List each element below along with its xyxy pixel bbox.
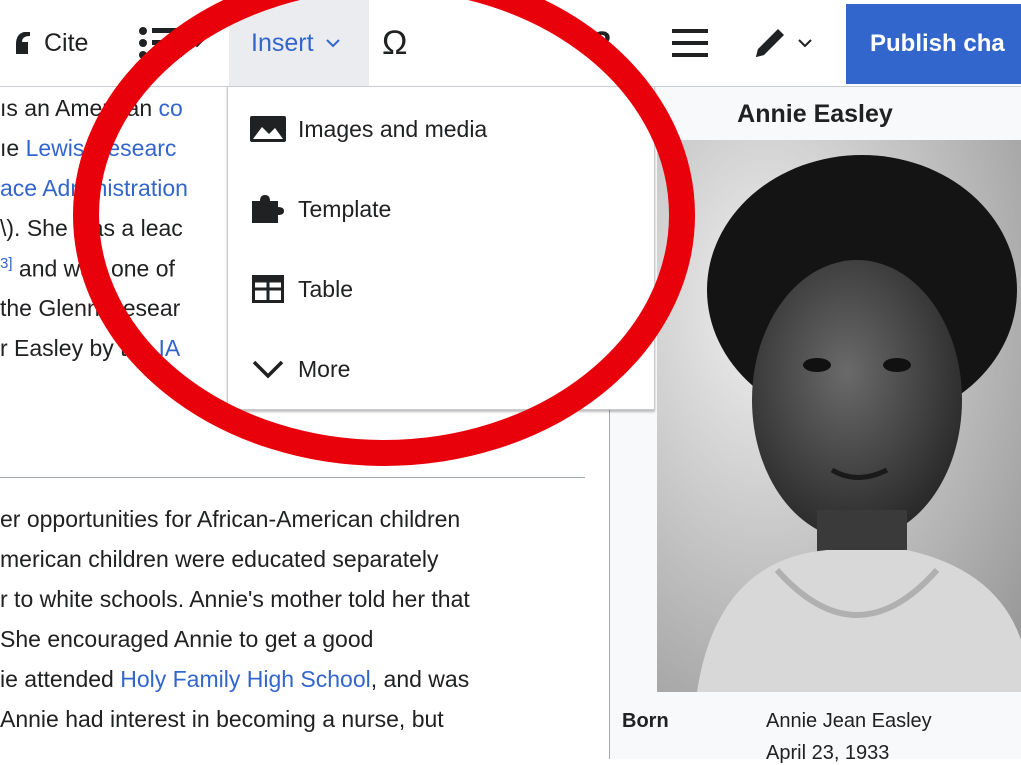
chevron-down-icon <box>798 39 812 48</box>
insert-dropdown-menu: Images and media Template Table More <box>227 86 655 410</box>
article-line: r Easley by the IA <box>0 335 181 361</box>
menu-item-label: Template <box>298 195 392 222</box>
infobox-born-label: Born <box>622 710 669 732</box>
menu-item-more[interactable]: More <box>228 329 656 409</box>
article-link[interactable]: IA <box>159 335 181 361</box>
table-icon <box>248 274 288 304</box>
page-options-button[interactable] <box>672 0 712 86</box>
article-line: er opportunities for African-American ch… <box>0 506 461 532</box>
article-line: ace Administration <box>0 175 188 202</box>
article-link[interactable]: co <box>159 95 183 121</box>
chevron-down-icon <box>248 354 288 384</box>
menu-item-label: Images and media <box>298 115 488 142</box>
pencil-icon <box>756 29 784 57</box>
cite-label: Cite <box>44 28 89 57</box>
menu-item-images-and-media[interactable]: Images and media <box>228 89 656 169</box>
portrait-photo[interactable] <box>657 140 1021 692</box>
article-line: ıs an American co <box>0 95 183 121</box>
article-link[interactable]: Lewis Researc <box>26 135 177 161</box>
article-line: 3] and was one of <box>0 255 175 282</box>
infobox-born-date: April 23, 1933 <box>766 742 890 764</box>
article-line: Annie had interest in becoming a nurse, … <box>0 706 444 732</box>
special-characters-button[interactable]: Ω <box>382 0 442 86</box>
article-line: ie attended Holy Family High School, and… <box>0 666 470 692</box>
article-line: the Glenn Resear <box>0 295 181 321</box>
menu-item-label: Table <box>298 275 353 302</box>
hamburger-menu-icon <box>672 29 708 57</box>
help-button[interactable]: ? <box>592 0 632 86</box>
menu-item-table[interactable]: Table <box>228 249 656 329</box>
image-icon <box>248 114 288 144</box>
publish-label: Publish cha <box>870 30 1005 57</box>
article-link[interactable]: Holy Family High School <box>120 666 371 692</box>
infobox-title: Annie Easley <box>737 100 893 128</box>
infobox-born-name: Annie Jean Easley <box>766 710 932 732</box>
omega-icon: Ω <box>382 23 408 62</box>
section-divider <box>0 477 585 478</box>
editor-toolbar: Cite Insert Ω ? Publish cha <box>0 0 1021 87</box>
help-icon: ? <box>592 24 612 61</box>
article-line: ıe Lewis Researc <box>0 135 177 161</box>
insert-menu-button[interactable]: Insert <box>229 0 369 86</box>
article-line: r to white schools. Annie's mother told … <box>0 586 470 612</box>
article-link[interactable]: ace Administration <box>0 175 188 201</box>
chevron-down-icon <box>325 39 340 48</box>
article-line: She encouraged Annie to get a good <box>0 626 374 652</box>
bullet-list-icon <box>139 27 182 59</box>
article-line: merican children were educated separatel… <box>0 546 439 572</box>
edit-mode-button[interactable] <box>752 0 832 86</box>
list-menu-button[interactable] <box>138 0 228 86</box>
article-line: \). She was a leac <box>0 215 183 241</box>
cite-button[interactable]: Cite <box>0 0 120 86</box>
puzzle-icon <box>248 194 288 224</box>
quote-icon <box>16 32 30 54</box>
insert-label: Insert <box>251 28 314 57</box>
chevron-down-icon <box>190 39 204 48</box>
menu-item-label: More <box>298 355 351 382</box>
citation-ref[interactable]: 3] <box>0 255 13 272</box>
menu-item-template[interactable]: Template <box>228 169 656 249</box>
publish-changes-button[interactable]: Publish cha <box>846 4 1021 84</box>
